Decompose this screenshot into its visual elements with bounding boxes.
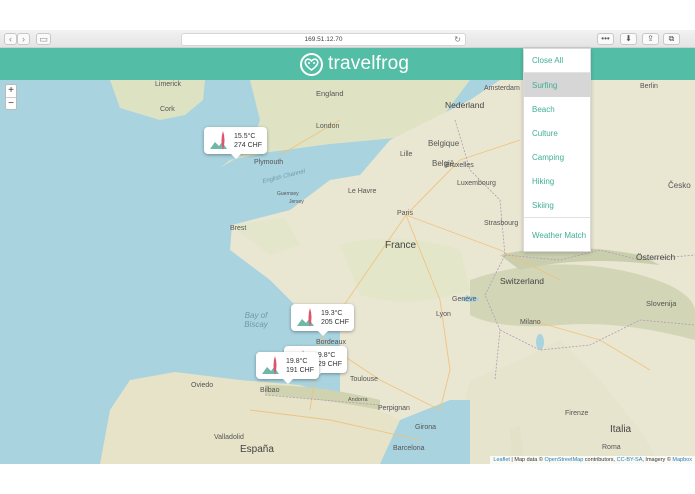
menu-item-camping[interactable]: Camping — [524, 145, 590, 169]
map-label: Girona — [415, 424, 437, 431]
menu-item-beach[interactable]: Beach — [524, 97, 590, 121]
tabs-button[interactable]: ⧉ — [663, 33, 680, 45]
brand[interactable]: travelfrog — [300, 52, 409, 76]
more-button[interactable]: ••• — [597, 33, 614, 45]
download-button[interactable]: ⬇ — [620, 33, 637, 45]
price: 205 CHF — [321, 318, 350, 326]
map-label: Luxembourg — [457, 180, 496, 187]
forward-button[interactable]: › — [17, 33, 30, 45]
map-label: Berlin — [640, 83, 658, 90]
destination-marker[interactable]: 15.5°C 274 CHF — [204, 127, 268, 159]
surf-icon — [297, 307, 314, 327]
zoom-control: + − — [5, 84, 17, 110]
country-label: Italia — [610, 424, 632, 435]
country-label: Nederland — [445, 100, 485, 110]
back-button[interactable]: ‹ — [4, 33, 17, 45]
activity-menu: Close All Surfing Beach Culture Camping … — [523, 48, 591, 252]
map-label: Limerick — [155, 81, 182, 88]
menu-item-skiing[interactable]: Skiing — [524, 193, 590, 217]
map-attribution: Leaflet | Map data © OpenStreetMap contr… — [490, 456, 695, 464]
sidebar-icon: ▭ — [39, 34, 48, 44]
price: 191 CHF — [286, 366, 315, 374]
address-bar[interactable]: 169.51.12.70 ↻ — [181, 33, 466, 46]
map-label: Guernsey — [277, 191, 299, 197]
menu-item-close-all[interactable]: Close All — [524, 49, 590, 73]
country-label: België — [432, 159, 455, 168]
attribution-text: , Imagery © — [642, 457, 673, 463]
map-label: Brest — [230, 225, 247, 232]
map-label: Perpignan — [378, 405, 410, 412]
temperature: 19.3°C — [321, 309, 343, 317]
temperature: 15.5°C — [234, 132, 256, 140]
url-text: 169.51.12.70 — [304, 36, 343, 43]
country-label: España — [240, 444, 274, 455]
brand-name: travelfrog — [328, 53, 410, 74]
map-label: Le Havre — [348, 188, 377, 195]
map-label: Firenze — [565, 410, 589, 417]
country-label: France — [385, 240, 417, 251]
map-label: Valladolid — [214, 434, 244, 441]
map-label: Toulouse — [350, 376, 379, 383]
map-label: Bilbao — [260, 387, 280, 394]
tabs-icon: ⧉ — [668, 34, 675, 43]
browser-toolbar: ‹ › ▭ 169.51.12.70 ↻ ••• ⬇ ⇪ ⧉ — [0, 30, 695, 48]
country-label: Switzerland — [500, 276, 544, 286]
map-label: Amsterdam — [484, 85, 520, 92]
destination-marker[interactable]: 19.3°C 205 CHF — [291, 304, 355, 336]
frog-heart-icon — [300, 52, 323, 76]
map-label: Oviedo — [191, 382, 214, 389]
map-label: England — [316, 89, 344, 98]
sea-label: Bay of Biscay — [244, 311, 268, 329]
map-label: Lyon — [436, 311, 451, 318]
map-label: Cork — [160, 106, 175, 113]
surf-icon — [210, 130, 227, 150]
leaflet-link[interactable]: Leaflet — [493, 457, 510, 463]
menu-item-hiking[interactable]: Hiking — [524, 169, 590, 193]
map-label: Lille — [400, 151, 413, 158]
map-label: Bordeaux — [316, 339, 346, 346]
sidebar-button[interactable]: ▭ — [36, 33, 51, 45]
country-label: Belgique — [428, 139, 460, 148]
country-label: Česko — [668, 181, 691, 190]
price: 274 CHF — [234, 141, 263, 149]
map-label: London — [316, 123, 340, 130]
destination-marker[interactable]: 19.8°C 191 CHF — [256, 352, 320, 384]
temperature: 19.8°C — [286, 357, 308, 365]
osm-link[interactable]: OpenStreetMap — [544, 457, 583, 463]
map-label: Barcelona — [393, 445, 425, 452]
country-label: Slovenija — [646, 299, 677, 308]
dots-icon: ••• — [601, 34, 610, 43]
attribution-text: contributors, — [583, 457, 617, 463]
chevron-right-icon: › — [22, 34, 25, 44]
menu-item-culture[interactable]: Culture — [524, 121, 590, 145]
map-label: Roma — [602, 444, 621, 451]
map-label: Andorra — [348, 397, 368, 403]
reload-icon[interactable]: ↻ — [454, 34, 461, 46]
menu-item-surfing[interactable]: Surfing — [524, 73, 590, 97]
zoom-out-button[interactable]: − — [6, 97, 16, 109]
chevron-left-icon: ‹ — [9, 34, 12, 44]
license-link[interactable]: CC-BY-SA — [617, 457, 643, 463]
country-label: Österreich — [636, 252, 676, 262]
zoom-in-button[interactable]: + — [6, 85, 16, 97]
attribution-text: | Map data © — [509, 457, 545, 463]
map-label: Genève — [452, 296, 477, 303]
map-label: Plymouth — [254, 159, 284, 166]
share-button[interactable]: ⇪ — [642, 33, 659, 45]
mapbox-link[interactable]: Mapbox — [672, 457, 692, 463]
map-label: Strasbourg — [484, 220, 519, 227]
download-icon: ⬇ — [625, 34, 632, 43]
surf-icon — [262, 355, 279, 375]
menu-item-weather-match[interactable]: Weather Match — [524, 217, 590, 251]
map-label: Paris — [397, 210, 413, 217]
share-icon: ⇪ — [647, 34, 654, 43]
map-label: Jersey — [289, 199, 304, 205]
map-label: Milano — [520, 319, 541, 326]
